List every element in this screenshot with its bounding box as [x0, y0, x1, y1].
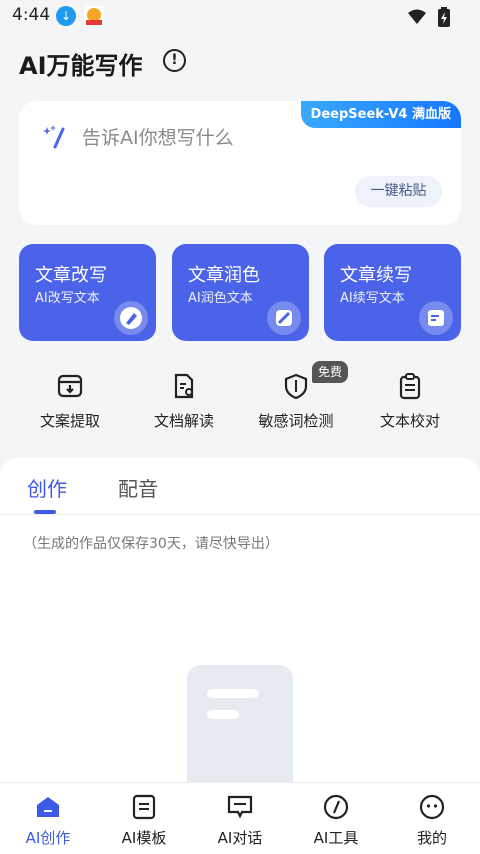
compass-icon	[323, 794, 349, 820]
nav-ai-template[interactable]: AI模板	[96, 793, 192, 848]
nav-label: 我的	[416, 829, 447, 847]
nav-label: AI对话	[217, 829, 263, 847]
status-bar: 4:44 ↓	[0, 0, 480, 32]
shield-icon	[284, 373, 308, 400]
pen-icon	[114, 301, 148, 335]
nav-label: AI模板	[121, 829, 167, 847]
tool-doc-read[interactable]: 文档解读	[129, 372, 239, 438]
continue-card[interactable]: 文章续写 AI续写文本	[324, 244, 461, 341]
rewrite-card[interactable]: 文章改写 AI改写文本	[19, 244, 156, 341]
nav-ai-tools[interactable]: AI工具	[288, 793, 384, 848]
profile-icon	[419, 794, 445, 820]
feature-title: 文章续写	[340, 265, 412, 286]
illustration-line	[207, 689, 259, 698]
document-read-icon	[174, 373, 194, 399]
tab-create[interactable]: 创作	[27, 473, 67, 502]
prompt-card[interactable]: DeepSeek-V4 满血版 告诉AI你想写什么 一键粘贴	[19, 101, 461, 225]
empty-state-illustration	[187, 665, 293, 782]
feature-subtitle: AI改写文本	[35, 291, 100, 306]
illustration-line	[207, 710, 239, 719]
bottom-nav: AI创作 AI模板 AI对话 AI工具 我的	[0, 782, 480, 854]
paste-button[interactable]: 一键粘贴	[355, 176, 442, 207]
nav-ai-create[interactable]: AI创作	[0, 793, 96, 848]
battery-icon	[438, 6, 450, 27]
wifi-icon	[407, 9, 426, 24]
clipboard-check-icon	[399, 373, 421, 400]
feature-subtitle: AI续写文本	[340, 291, 405, 306]
tool-label: 文案提取	[39, 412, 100, 430]
template-icon	[132, 794, 156, 820]
feature-subtitle: AI润色文本	[188, 291, 253, 306]
extract-icon	[57, 374, 83, 398]
works-panel: 创作 配音 （生成的作品仅保存30天，请尽快导出）	[0, 458, 480, 782]
page-title: AI万能写作	[19, 52, 143, 80]
feature-title: 文章改写	[35, 265, 107, 286]
feature-title: 文章润色	[188, 265, 260, 286]
nav-label: AI工具	[313, 829, 359, 847]
tab-dubbing[interactable]: 配音	[118, 473, 158, 502]
prompt-input[interactable]: 告诉AI你想写什么	[82, 123, 234, 150]
home-icon	[37, 797, 59, 817]
model-badge[interactable]: DeepSeek-V4 满血版	[300, 101, 461, 128]
status-indicators	[407, 6, 450, 27]
free-badge: 免费	[312, 361, 349, 383]
tab-divider	[0, 514, 480, 515]
polish-card[interactable]: 文章润色 AI润色文本	[172, 244, 309, 341]
tool-label: 文档解读	[153, 412, 214, 430]
tool-proofread[interactable]: 文本校对	[355, 372, 465, 438]
sparkle-icon	[43, 125, 65, 149]
chat-icon	[227, 795, 253, 819]
info-icon[interactable]: !	[163, 49, 186, 72]
nav-mine[interactable]: 我的	[384, 793, 480, 848]
tool-label: 文本校对	[379, 412, 440, 430]
nav-label: AI创作	[25, 829, 71, 847]
edit-note-icon	[419, 301, 453, 335]
tool-label: 敏感词检测	[258, 412, 334, 430]
tool-extract[interactable]: 文案提取	[15, 372, 125, 438]
status-time: 4:44	[12, 5, 51, 25]
download-notification-icon: ↓	[56, 6, 76, 26]
nav-ai-chat[interactable]: AI对话	[192, 793, 288, 848]
magic-wand-icon	[267, 301, 301, 335]
app-notification-icon	[84, 6, 104, 26]
retention-notice: （生成的作品仅保存30天，请尽快导出）	[23, 536, 279, 552]
